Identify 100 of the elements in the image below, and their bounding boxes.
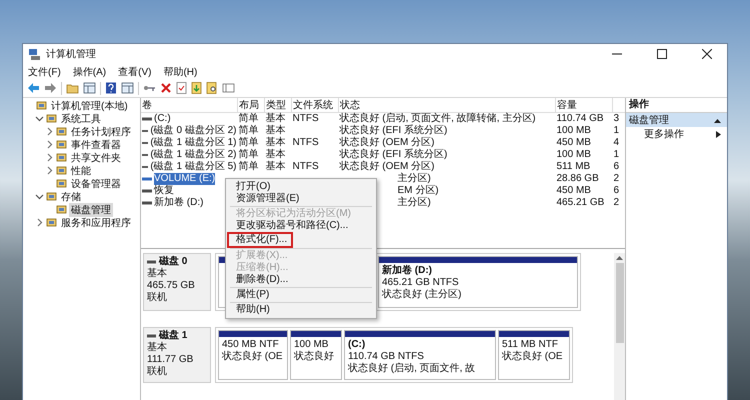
scroll-up-arrow-icon[interactable]	[616, 255, 623, 260]
drive-icon	[142, 141, 148, 145]
volume-name[interactable]: 新加卷 (D:)	[154, 197, 204, 209]
chevron-right-icon[interactable]	[45, 140, 54, 149]
table-cell: 基本	[266, 149, 286, 160]
volume-name[interactable]: (磁盘 1 磁盘分区 1)	[150, 137, 236, 149]
forward-arrow-icon[interactable]	[44, 82, 57, 94]
tree-node-icon	[56, 204, 67, 215]
table-cell: 基本	[266, 161, 286, 172]
chevron-right-icon[interactable]	[45, 127, 54, 136]
back-arrow-icon[interactable]	[27, 82, 40, 94]
partition-text: 450 MB NTF	[222, 339, 280, 350]
table-cell-text: 主分区)	[396, 173, 431, 184]
document-arrow-icon[interactable]	[191, 82, 202, 94]
partition-title: (C:)	[348, 339, 366, 351]
tree-node-icon	[56, 139, 67, 150]
menu-item[interactable]: 操作(A)	[72, 64, 106, 78]
panel-icon[interactable]	[121, 82, 134, 94]
action-link[interactable]: 更多操作	[644, 127, 684, 141]
partition-block[interactable]: 511 MB NTF 状态良好 (OE	[498, 330, 570, 380]
tree-node-icon	[56, 178, 67, 189]
close-icon	[702, 49, 712, 59]
column-header[interactable]: 容量	[556, 98, 612, 112]
table-cell: NTFS	[292, 137, 319, 148]
chevron-down-icon[interactable]	[35, 192, 44, 201]
tree-item[interactable]: 存储	[59, 190, 83, 204]
maximize-icon	[657, 49, 667, 59]
document-search-icon[interactable]	[206, 82, 218, 94]
chevron-down-icon[interactable]	[35, 114, 44, 123]
chevron-right-icon[interactable]	[45, 153, 54, 162]
column-header[interactable]: 状态	[338, 98, 556, 112]
column-header[interactable]: 布局	[238, 98, 264, 112]
drive-icon	[142, 129, 148, 133]
tree-item[interactable]: 事件查看器	[69, 138, 123, 152]
table-cell: 简单	[238, 161, 258, 172]
disk-name: 磁盘 1	[159, 330, 188, 342]
volume-name[interactable]: VOLUME (E:)	[154, 173, 216, 185]
table-cell: 简单	[238, 149, 258, 160]
tree-node-icon	[56, 152, 67, 163]
partition-text: 465.21 GB NTFS	[382, 277, 460, 288]
panel-icon[interactable]	[83, 82, 96, 94]
tree-item[interactable]: 服务和应用程序	[59, 216, 133, 230]
tree-item[interactable]: 共享文件夹	[69, 150, 123, 164]
table-cell: 1	[614, 149, 620, 160]
table-cell: 3	[614, 113, 620, 124]
menu-item[interactable]: 帮助(H)	[163, 64, 198, 78]
actions-section-header[interactable]: 磁盘管理	[626, 113, 727, 127]
partition-block[interactable]: 450 MB NTF 状态良好 (OE	[218, 330, 288, 380]
volume-name[interactable]: (磁盘 0 磁盘分区 2)	[150, 125, 236, 137]
table-cell: 状态良好 (OEM 分区)	[340, 161, 434, 172]
table-cell: 28.86 GB	[556, 173, 599, 184]
tree-node-icon	[36, 100, 47, 111]
vertical-scrollbar[interactable]	[614, 253, 625, 400]
context-menu-item[interactable]: 属性(P)	[226, 289, 276, 301]
tree-item[interactable]: 系统工具	[59, 112, 103, 126]
volume-name[interactable]: 恢复	[154, 185, 174, 197]
partition-text: 状态良好 (OE	[222, 351, 284, 363]
chevron-right-icon[interactable]	[35, 218, 44, 227]
collapse-triangle-icon[interactable]	[714, 118, 721, 122]
section-title: 磁盘管理	[629, 114, 669, 127]
column-header[interactable]: 类型	[264, 98, 292, 112]
partition-block[interactable]: 100 MB 状态良好	[290, 330, 342, 380]
drive-icon	[142, 165, 148, 169]
context-menu-item[interactable]: 帮助(H)	[226, 304, 276, 316]
context-menu-item[interactable]: 资源管理器(E)	[226, 193, 306, 205]
menu-item[interactable]: 文件(F)	[28, 64, 61, 78]
partition-block[interactable]: (C:) 110.74 GB NTFS 状态良好 (启动, 页面文件, 故	[344, 330, 496, 380]
partition-block[interactable]: 新加卷 (D:) 465.21 GB NTFS 状态良好 (主分区)	[378, 256, 578, 308]
volume-name[interactable]: (磁盘 1 磁盘分区 5)	[150, 161, 236, 173]
table-cell: 2	[614, 173, 620, 184]
folder-icon[interactable]	[66, 82, 79, 94]
partition-text: 511 MB NTF	[502, 339, 559, 350]
tree-item[interactable]: 任务计划程序	[69, 124, 133, 138]
table-cell: 100 MB	[556, 149, 591, 160]
column-header[interactable]: 卷	[141, 98, 238, 112]
delete-icon[interactable]	[160, 82, 172, 94]
tree-item[interactable]: 计算机管理(本地)	[49, 98, 130, 112]
tree-item[interactable]: 磁盘管理	[69, 202, 113, 216]
help-icon[interactable]	[105, 82, 117, 94]
tree-item[interactable]: 性能	[69, 164, 93, 178]
tree-item[interactable]: 设备管理器	[69, 176, 123, 190]
disk-status: 联机	[147, 292, 168, 304]
chevron-right-icon[interactable]	[45, 166, 54, 175]
table-cell: 465.21 GB	[556, 197, 604, 208]
context-menu-item[interactable]: 格式化(F)...	[229, 234, 292, 246]
menu-item[interactable]: 查看(V)	[118, 64, 152, 78]
table-cell: NTFS	[292, 161, 319, 172]
volume-name[interactable]: (C:)	[154, 113, 171, 125]
partition-text: 110.74 GB NTFS	[348, 351, 425, 362]
column-header[interactable]: 文件系统	[292, 98, 338, 112]
context-menu-item[interactable]: 更改驱动器号和路径(C)...	[226, 220, 354, 232]
tree-node-icon	[56, 165, 67, 176]
tree-node-icon	[46, 191, 57, 202]
document-check-icon[interactable]	[176, 82, 187, 94]
volume-name[interactable]: (磁盘 1 磁盘分区 2)	[150, 149, 236, 161]
context-menu-item[interactable]: 删除卷(D)...	[226, 274, 294, 286]
context-menu-item[interactable]: 打开(O)	[226, 181, 276, 193]
window-icon[interactable]	[222, 82, 235, 94]
disk-name: 磁盘 0	[159, 256, 188, 268]
partition-text: 状态良好 (OE	[502, 351, 564, 363]
